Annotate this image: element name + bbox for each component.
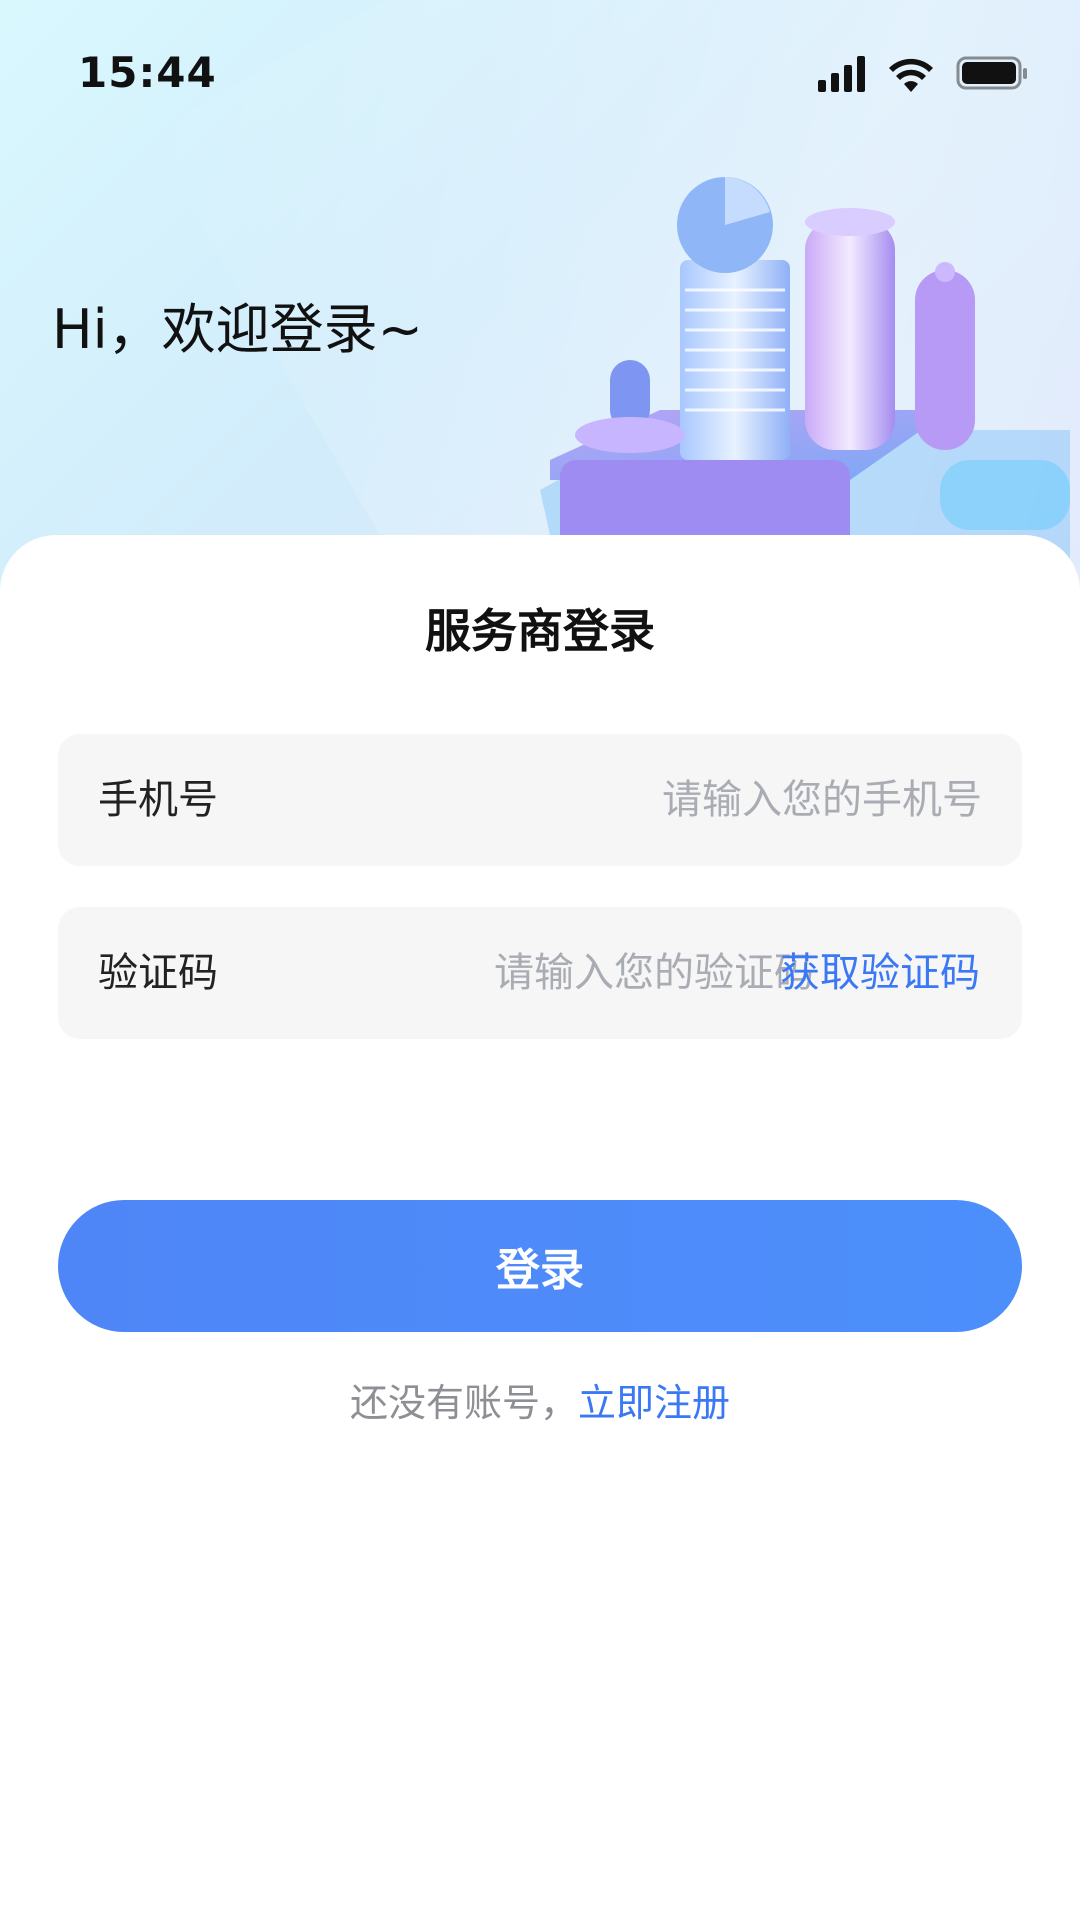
register-prompt: 还没有账号， [349, 1381, 578, 1425]
status-bar: 15:44 [0, 0, 1080, 150]
code-field[interactable]: 验证码 获取验证码 [58, 907, 1022, 1039]
code-input[interactable] [318, 907, 814, 1039]
greeting-text: Hi，欢迎登录~ [52, 298, 423, 361]
register-link[interactable]: 立即注册 [578, 1381, 730, 1425]
hero-banner: 15:44 Hi，欢迎登录~ [0, 0, 1080, 600]
city-illustration [540, 177, 1070, 580]
phone-input[interactable] [318, 734, 982, 866]
get-code-button[interactable]: 获取验证码 [780, 907, 980, 1039]
signal-icon [818, 56, 865, 92]
phone-label: 手机号 [98, 777, 218, 823]
battery-icon [956, 56, 1027, 90]
form-title: 服务商登录 [425, 604, 655, 658]
wifi-icon [889, 58, 933, 92]
status-icons [818, 56, 1027, 92]
code-label: 验证码 [98, 950, 218, 996]
login-button[interactable]: 登录 [58, 1200, 1022, 1332]
phone-field[interactable]: 手机号 [58, 734, 1022, 866]
status-time: 15:44 [78, 48, 217, 97]
register-row: 还没有账号，立即注册 [0, 1372, 1080, 1427]
